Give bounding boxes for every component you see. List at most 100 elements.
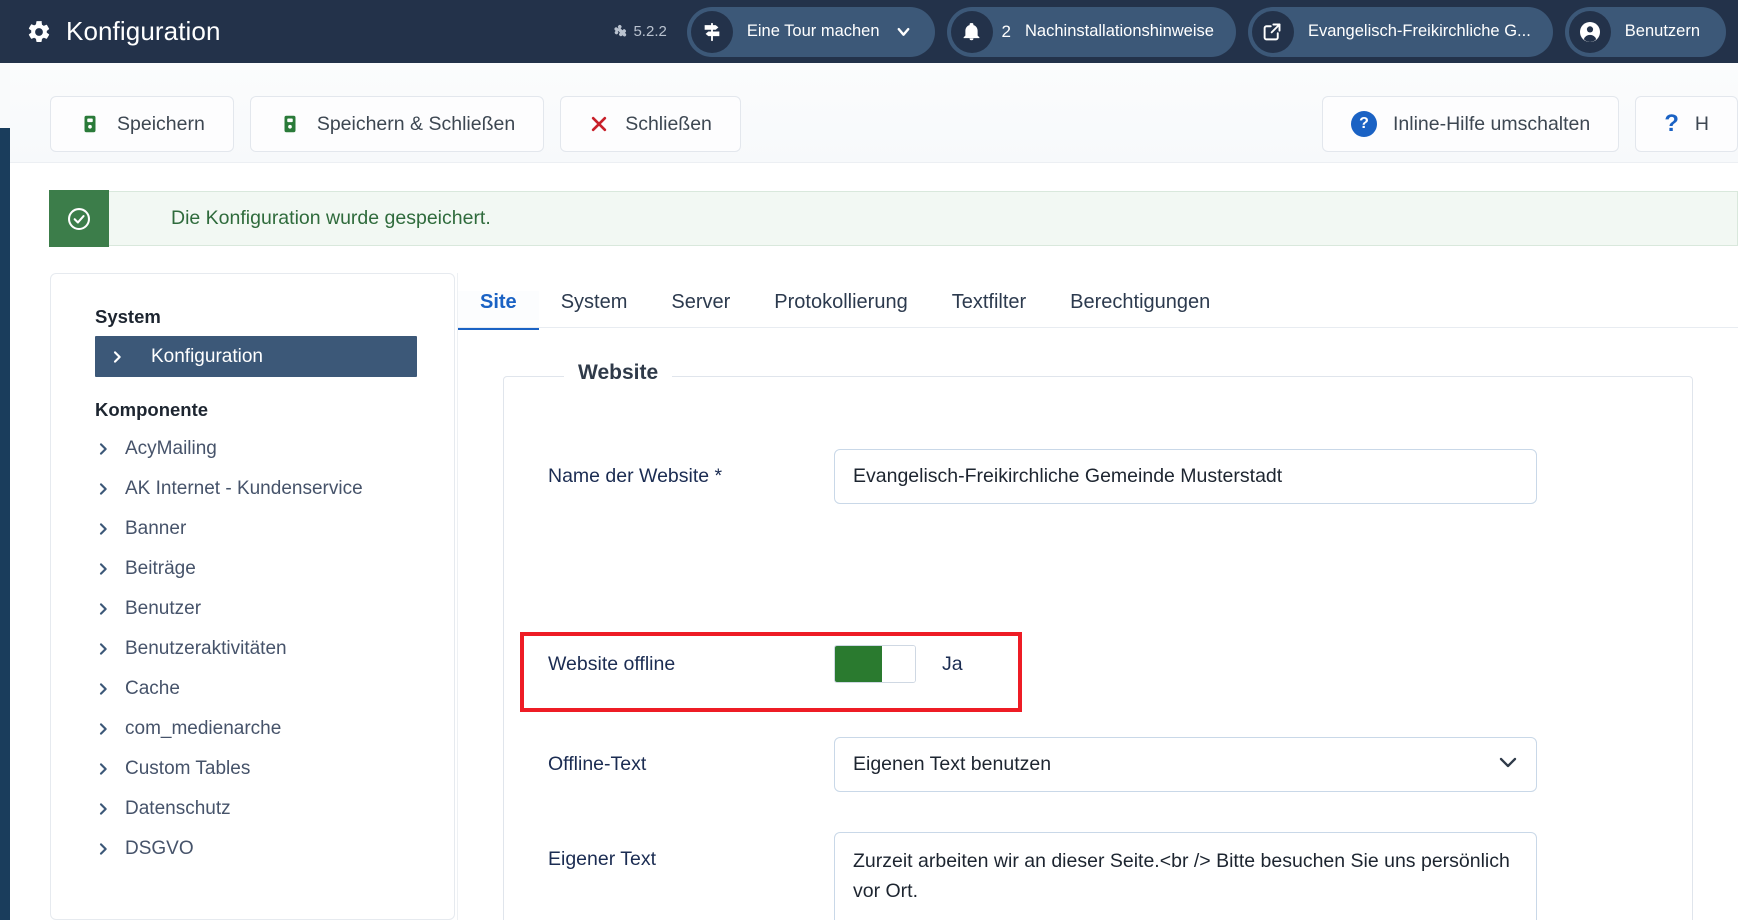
check-circle-icon bbox=[49, 190, 109, 247]
header-title-group: Konfiguration bbox=[26, 16, 221, 47]
tab-label: Site bbox=[480, 291, 517, 313]
sidebar-item-ak-internet-kundenservice[interactable]: AK Internet - Kundenservice bbox=[51, 469, 454, 509]
tab-server[interactable]: Server bbox=[649, 291, 752, 330]
external-link-icon bbox=[1252, 11, 1294, 53]
save-icon bbox=[279, 113, 301, 135]
chevron-down-icon bbox=[894, 22, 913, 41]
chevron-right-icon bbox=[95, 481, 111, 497]
signpost-icon bbox=[691, 11, 733, 53]
site-preview-label: Evangelisch-Freikirchliche G... bbox=[1308, 22, 1531, 41]
success-message-text: Die Konfiguration wurde gespeichert. bbox=[171, 207, 491, 230]
tab-textfilter[interactable]: Textfilter bbox=[930, 291, 1048, 330]
resize-grip-icon[interactable] bbox=[1521, 912, 1533, 920]
custom-text-textarea[interactable]: Zurzeit arbeiten wir an dieser Seite.<br… bbox=[834, 832, 1537, 920]
sidebar-item-acymailing[interactable]: AcyMailing bbox=[51, 429, 454, 469]
chevron-right-icon bbox=[95, 601, 111, 617]
tab-label: Berechtigungen bbox=[1070, 291, 1210, 313]
joomla-version: 5.2.2 bbox=[613, 23, 666, 40]
tour-button-label: Eine Tour machen bbox=[747, 22, 880, 41]
site-name-input[interactable]: Evangelisch-Freikirchliche Gemeinde Must… bbox=[834, 449, 1537, 504]
sidebar-item-label: Cache bbox=[125, 678, 180, 700]
success-message: Die Konfiguration wurde gespeichert. bbox=[50, 191, 1738, 246]
header-right-group: 5.2.2 Eine Tour machen 2 Nachinstallatio… bbox=[613, 0, 1738, 63]
sidebar-item-label: Benutzeraktivitäten bbox=[125, 638, 287, 660]
site-preview-button[interactable]: Evangelisch-Freikirchliche G... bbox=[1248, 7, 1553, 57]
sidebar-item-label: Benutzer bbox=[125, 598, 201, 620]
chevron-down-icon bbox=[1496, 750, 1520, 780]
sidebar-item-label: DSGVO bbox=[125, 838, 194, 860]
sidebar-item-benutzer[interactable]: Benutzer bbox=[51, 589, 454, 629]
post-install-label: Nachinstallationshinweise bbox=[1025, 22, 1214, 41]
save-button[interactable]: Speichern bbox=[50, 96, 234, 152]
sidebar-item-label: AcyMailing bbox=[125, 438, 217, 460]
gear-icon bbox=[26, 19, 52, 45]
save-button-label: Speichern bbox=[117, 113, 205, 136]
offline-text-mode-control: Eigenen Text benutzen bbox=[834, 737, 1694, 792]
chevron-right-icon bbox=[109, 349, 125, 365]
sidebar-item-dsgvo[interactable]: DSGVO bbox=[51, 829, 454, 869]
edge-segment-menu bbox=[0, 128, 10, 920]
version-label: 5.2.2 bbox=[633, 23, 666, 40]
toggle-inline-help-label: Inline-Hilfe umschalten bbox=[1393, 113, 1590, 136]
close-button[interactable]: Schließen bbox=[560, 96, 741, 152]
tab-protokollierung[interactable]: Protokollierung bbox=[752, 291, 929, 330]
sidebar-item-label: AK Internet - Kundenservice bbox=[125, 478, 363, 500]
website-fieldset: Website Name der Website * Evangelisch-F… bbox=[503, 376, 1693, 920]
collapsed-admin-menu-edge[interactable] bbox=[0, 0, 10, 920]
user-menu-button[interactable]: Benutzern bbox=[1565, 7, 1726, 57]
field-row-site-name: Name der Website * Evangelisch-Freikirch… bbox=[504, 449, 1694, 504]
tab-system[interactable]: System bbox=[539, 291, 650, 330]
field-row-custom-text: Eigener Text Zurzeit arbeiten wir an die… bbox=[504, 832, 1694, 920]
sidebar-item-custom-tables[interactable]: Custom Tables bbox=[51, 749, 454, 789]
chevron-right-icon bbox=[95, 561, 111, 577]
chevron-right-icon bbox=[95, 841, 111, 857]
chevron-right-icon bbox=[95, 681, 111, 697]
configuration-panel: Site System Server Protokollierung Textf… bbox=[457, 273, 1738, 920]
save-and-close-button[interactable]: Speichern & Schließen bbox=[250, 96, 544, 152]
toolbar-right-group: ? Inline-Hilfe umschalten ? H bbox=[1322, 96, 1738, 152]
chevron-right-icon bbox=[95, 441, 111, 457]
close-x-icon bbox=[589, 114, 609, 134]
tab-bar: Site System Server Protokollierung Textf… bbox=[458, 273, 1232, 330]
sidebar-item-label: Beiträge bbox=[125, 558, 196, 580]
tab-berechtigungen[interactable]: Berechtigungen bbox=[1048, 291, 1232, 330]
top-header-bar: Konfiguration 5.2.2 Eine Tour machen bbox=[0, 0, 1738, 63]
page-title: Konfiguration bbox=[66, 16, 221, 47]
field-row-offline-text-mode: Offline-Text Eigenen Text benutzen bbox=[504, 737, 1694, 792]
question-circle-icon: ? bbox=[1351, 111, 1377, 137]
sidebar-heading-system: System bbox=[51, 306, 454, 328]
tab-bar-divider bbox=[458, 327, 1738, 328]
chevron-right-icon bbox=[95, 641, 111, 657]
help-button[interactable]: ? H bbox=[1635, 96, 1738, 152]
site-name-control: Evangelisch-Freikirchliche Gemeinde Must… bbox=[834, 449, 1694, 504]
sidebar-item-label: Datenschutz bbox=[125, 798, 231, 820]
tab-site[interactable]: Site bbox=[458, 291, 539, 330]
tab-label: Server bbox=[671, 291, 730, 313]
user-circle-icon bbox=[1569, 11, 1611, 53]
sidebar-item-beitraege[interactable]: Beiträge bbox=[51, 549, 454, 589]
sidebar-item-benutzeraktivitaeten[interactable]: Benutzeraktivitäten bbox=[51, 629, 454, 669]
post-install-messages-button[interactable]: 2 Nachinstallationshinweise bbox=[947, 7, 1236, 57]
sidebar-item-label: Banner bbox=[125, 518, 186, 540]
sidebar-item-banner[interactable]: Banner bbox=[51, 509, 454, 549]
sidebar-item-label: Custom Tables bbox=[125, 758, 250, 780]
sidebar-item-cache[interactable]: Cache bbox=[51, 669, 454, 709]
tour-button[interactable]: Eine Tour machen bbox=[687, 7, 935, 57]
sidebar-item-com-medienarche[interactable]: com_medienarche bbox=[51, 709, 454, 749]
sidebar-item-datenschutz[interactable]: Datenschutz bbox=[51, 789, 454, 829]
configuration-sidebar: System Konfiguration Komponente AcyMaili… bbox=[50, 273, 455, 920]
help-button-label: H bbox=[1695, 113, 1709, 136]
chevron-right-icon bbox=[95, 721, 111, 737]
sidebar-item-label: com_medienarche bbox=[125, 718, 281, 740]
custom-text-value: Zurzeit arbeiten wir an dieser Seite.<br… bbox=[853, 850, 1510, 902]
custom-text-label: Eigener Text bbox=[504, 832, 834, 871]
toggle-inline-help-button[interactable]: ? Inline-Hilfe umschalten bbox=[1322, 96, 1619, 152]
tab-label: Protokollierung bbox=[774, 291, 907, 313]
site-name-label: Name der Website * bbox=[504, 465, 834, 488]
edge-segment-header bbox=[0, 0, 10, 63]
save-and-close-button-label: Speichern & Schließen bbox=[317, 113, 515, 136]
offline-text-mode-select[interactable]: Eigenen Text benutzen bbox=[834, 737, 1537, 792]
question-mark-icon: ? bbox=[1664, 110, 1679, 138]
sidebar-item-konfiguration[interactable]: Konfiguration bbox=[95, 336, 417, 377]
sidebar-item-label: Konfiguration bbox=[151, 346, 263, 368]
